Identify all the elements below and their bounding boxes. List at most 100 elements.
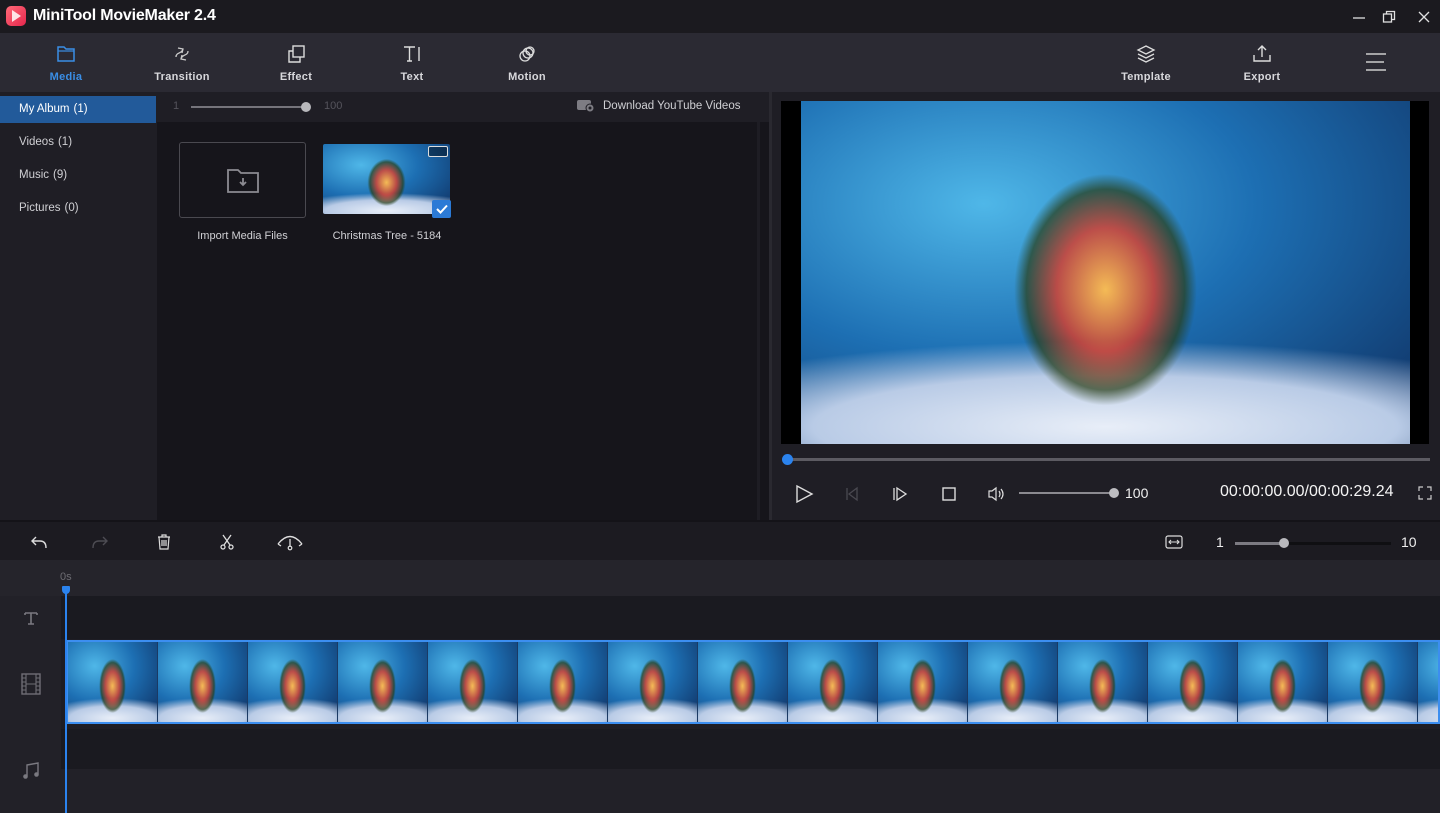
- sidebar-item-count: (9): [53, 169, 68, 181]
- clip-frame: [1238, 642, 1328, 722]
- close-icon: [1418, 11, 1430, 23]
- scissors-icon: [220, 534, 234, 550]
- delete-button[interactable]: [152, 531, 176, 553]
- previous-frame-icon: [846, 486, 858, 502]
- close-button[interactable]: [1411, 4, 1437, 30]
- volume-icon: [988, 486, 1004, 502]
- video-player[interactable]: [781, 101, 1429, 444]
- sidebar-item-count: (1): [57, 136, 73, 148]
- undo-button[interactable]: [27, 531, 51, 553]
- volume-slider[interactable]: [1019, 492, 1114, 494]
- clip-frame: [428, 642, 518, 722]
- media-library: 1 100 Download YouTube Videos Import Med…: [157, 92, 769, 520]
- app-logo-icon: [6, 6, 26, 26]
- clip-frame: [248, 642, 338, 722]
- stop-icon: [942, 487, 956, 501]
- menu-button[interactable]: [1364, 51, 1388, 73]
- restore-button[interactable]: [1376, 4, 1402, 30]
- redo-button[interactable]: [88, 531, 112, 553]
- thumb-zoom-min: 1: [173, 100, 180, 112]
- clip-frame: [1418, 642, 1438, 722]
- clip-frame: [968, 642, 1058, 722]
- volume-value: 100: [1125, 485, 1149, 501]
- youtube-download-icon: [577, 100, 595, 112]
- fullscreen-icon: [1418, 486, 1432, 500]
- volume-handle[interactable]: [1109, 488, 1119, 498]
- playback-progress-bar[interactable]: [784, 458, 1430, 461]
- split-button[interactable]: [215, 531, 239, 553]
- music-note-icon: [22, 762, 39, 779]
- app-title: MiniTool MovieMaker 2.4: [33, 7, 216, 24]
- next-frame-icon: [893, 486, 908, 502]
- playback-progress-handle[interactable]: [782, 454, 793, 465]
- fit-timeline-button[interactable]: [1162, 531, 1186, 553]
- play-icon: [796, 484, 814, 504]
- stop-button[interactable]: [937, 482, 961, 506]
- import-media-button[interactable]: [179, 142, 306, 218]
- download-youtube-button[interactable]: Download YouTube Videos: [577, 99, 740, 112]
- template-label: Template: [1121, 71, 1171, 83]
- timeline-zoom-slider[interactable]: [1235, 542, 1285, 545]
- template-button[interactable]: Template: [1101, 33, 1191, 92]
- speed-button[interactable]: [276, 531, 304, 553]
- preview-panel: 100 00:00:00.00/00:00:29.24: [772, 92, 1440, 520]
- playhead-handle[interactable]: [62, 586, 70, 594]
- fullscreen-button[interactable]: [1418, 486, 1434, 502]
- media-item-name: Christmas Tree - 5184: [332, 230, 442, 242]
- tab-media[interactable]: Media: [21, 33, 111, 92]
- video-clip[interactable]: [66, 640, 1440, 724]
- tab-motion[interactable]: Motion: [482, 33, 572, 92]
- timeline-ruler[interactable]: 0s: [0, 560, 1440, 596]
- timeline-zoom-handle[interactable]: [1279, 538, 1289, 548]
- playhead[interactable]: [65, 590, 67, 813]
- undo-icon: [31, 536, 47, 549]
- export-icon: [1253, 45, 1271, 62]
- clip-frame: [1058, 642, 1148, 722]
- export-button[interactable]: Export: [1217, 33, 1307, 92]
- sidebar-item-videos[interactable]: Videos (1): [0, 129, 156, 156]
- hamburger-menu-icon: [1366, 53, 1386, 71]
- timecode: 00:00:00.00/00:00:29.24: [1220, 483, 1394, 500]
- main-toolbar: Media Transition Effect Text Motion Temp…: [0, 33, 1440, 92]
- minimize-button[interactable]: [1346, 4, 1372, 30]
- film-strip-icon: [20, 673, 41, 695]
- play-button[interactable]: [792, 482, 816, 506]
- clip-frame: [338, 642, 428, 722]
- previous-frame-button[interactable]: [840, 482, 864, 506]
- text-track-header: [0, 596, 61, 639]
- import-media-label: Import Media Files: [197, 230, 288, 242]
- minimize-icon: [1353, 17, 1365, 19]
- text-icon: [404, 46, 420, 62]
- tab-transition-label: Transition: [154, 71, 210, 83]
- thumb-zoom-handle[interactable]: [301, 102, 311, 112]
- sidebar-item-music[interactable]: Music (9): [0, 162, 156, 189]
- text-track[interactable]: [61, 596, 1440, 639]
- sidebar-item-my-album[interactable]: My Album (1): [0, 96, 156, 123]
- media-bar: 1 100 Download YouTube Videos: [157, 92, 769, 122]
- clip-frame: [68, 642, 158, 722]
- title-bar: MiniTool MovieMaker 2.4: [0, 0, 1440, 33]
- selected-checkbox[interactable]: [432, 200, 451, 218]
- timeline-zoom-min: 1: [1216, 534, 1224, 550]
- next-frame-button[interactable]: [888, 482, 912, 506]
- timeline-zoom-slider-rest[interactable]: [1285, 542, 1391, 545]
- sidebar-item-pictures[interactable]: Pictures (0): [0, 195, 156, 222]
- tab-text[interactable]: Text: [367, 33, 457, 92]
- tab-transition[interactable]: Transition: [137, 33, 227, 92]
- video-track-header: [0, 639, 61, 729]
- timeline-toolbar: 1 10: [0, 520, 1440, 560]
- text-track-icon: [23, 611, 38, 625]
- tab-effect[interactable]: Effect: [251, 33, 341, 92]
- media-scrollbar[interactable]: [757, 122, 760, 520]
- thumb-zoom-slider[interactable]: [191, 106, 307, 108]
- export-label: Export: [1243, 71, 1281, 83]
- sidebar-item-count: (0): [64, 202, 79, 214]
- tab-text-label: Text: [400, 71, 424, 83]
- volume-button[interactable]: [984, 482, 1008, 506]
- redo-icon: [92, 536, 108, 549]
- motion-icon: [519, 46, 535, 62]
- music-track-lower[interactable]: [61, 769, 1440, 813]
- music-track[interactable]: [61, 729, 1440, 769]
- clip-frame: [518, 642, 608, 722]
- video-frame-image: [801, 101, 1410, 444]
